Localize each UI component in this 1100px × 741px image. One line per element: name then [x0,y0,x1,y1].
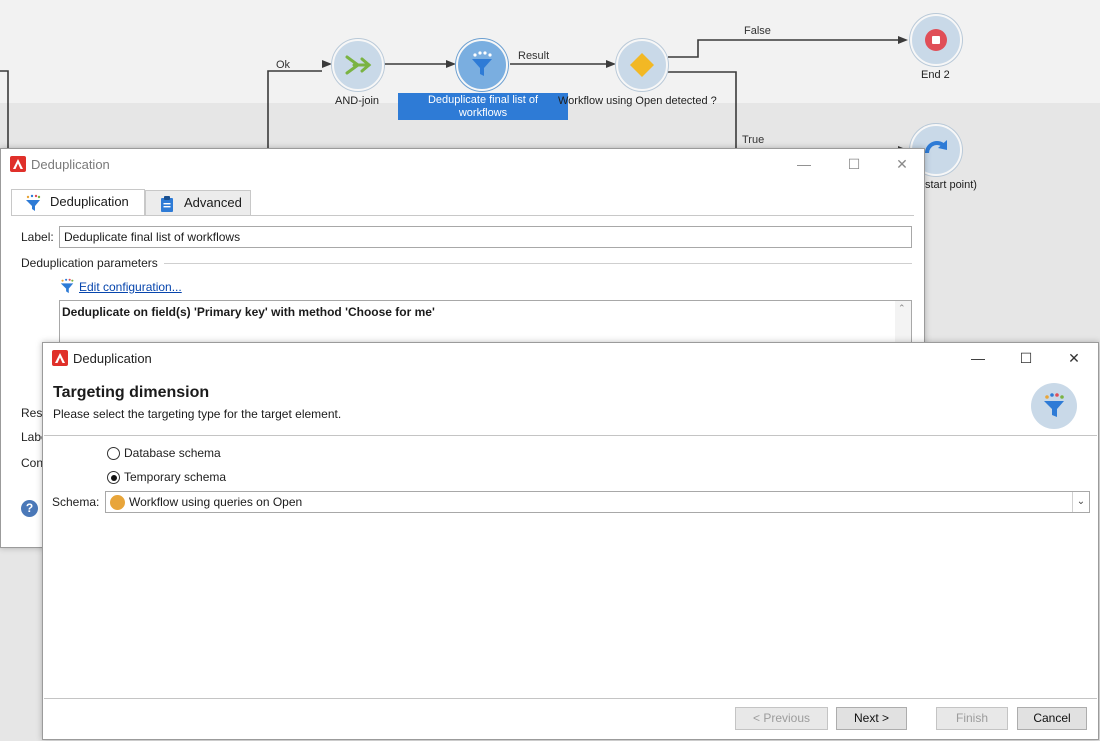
partial-label-content: Con [21,456,44,470]
previous-button[interactable]: < Previous [735,707,828,730]
app-logo-icon [52,350,68,366]
test-caption: Workflow using Open detected ? [558,95,717,107]
and-join-node[interactable] [332,39,384,91]
test-node[interactable] [616,39,668,91]
stop-icon [925,29,947,51]
edge-label-ok: Ok [276,59,291,71]
footer-divider [44,698,1097,699]
end-caption: End 2 [921,69,950,81]
tab-advanced[interactable]: Advanced [145,190,251,216]
dialog-title: Deduplication [73,351,152,366]
label-input[interactable]: Deduplicate final list of workflows [59,226,912,248]
funnel-icon [1044,393,1064,417]
edge-label-true: True [742,134,765,146]
temporary-schema-radio[interactable] [107,471,120,484]
dedup-header-icon [1031,383,1077,429]
clipboard-icon [161,196,173,212]
header-divider [44,435,1097,436]
finish-button[interactable]: Finish [936,707,1008,730]
targeting-dimension-dialog: Deduplication — ☐ ✕ Targeting dimension … [42,342,1099,740]
tab-divider [11,215,914,216]
edge-label-false: False [744,25,771,37]
summary-text: Deduplicate on field(s) 'Primary key' wi… [62,305,435,319]
minimize-button[interactable]: — [781,149,827,179]
maximize-button[interactable]: ☐ [1003,343,1049,373]
database-schema-radio[interactable] [107,447,120,460]
deduplication-caption-line1: Deduplicate final list of [427,94,539,106]
schema-label: Schema: [52,495,100,509]
jump-caption: start point) [925,179,977,191]
maximize-button[interactable]: ☐ [831,149,877,179]
tab-deduplication-label: Deduplication [50,194,129,209]
dialog-subheading: Please select the targeting type for the… [53,407,342,421]
dialog-heading: Targeting dimension [53,384,210,401]
minimize-button[interactable]: — [955,343,1001,373]
edit-configuration-link[interactable]: Edit configuration... [79,280,182,294]
diamond-icon [630,53,654,77]
dialog-titlebar[interactable]: Deduplication — ☐ ✕ [43,343,1098,373]
app-logo-icon [10,156,26,172]
and-join-icon [345,55,372,75]
scroll-up-icon[interactable]: ⌃ [898,303,906,314]
section-title: Deduplication parameters [21,256,158,270]
back-window-title: Deduplication [31,157,110,172]
deduplication-node[interactable] [456,39,508,91]
close-button[interactable]: ✕ [879,149,925,179]
tab-deduplication[interactable]: Deduplication [11,189,145,216]
edge-label-result: Result [518,50,550,62]
schema-value: Workflow using queries on Open [129,495,303,509]
label-field-label: Label: [21,230,54,244]
funnel-icon [26,194,41,211]
back-window-titlebar[interactable]: Deduplication — ☐ ✕ [1,149,924,179]
schema-select[interactable]: Workflow using queries on Open ⌄ [105,491,1090,513]
next-button[interactable]: Next > [836,707,907,730]
temporary-schema-label[interactable]: Temporary schema [124,470,226,484]
edit-config-funnel-icon [60,278,74,294]
database-schema-label[interactable]: Database schema [124,446,221,460]
cancel-button[interactable]: Cancel [1017,707,1087,730]
funnel-icon [472,51,492,76]
deduplication-caption-line2: workflows [458,107,508,119]
and-join-caption: AND-join [335,95,380,107]
tab-advanced-label: Advanced [184,195,242,210]
schema-icon [110,495,125,510]
help-icon[interactable]: ? [21,500,38,517]
close-button[interactable]: ✕ [1051,343,1097,373]
chevron-down-icon[interactable]: ⌄ [1072,492,1089,512]
deduplication-caption: Deduplicate final list of workflows [398,93,568,120]
end-node[interactable] [910,14,962,66]
section-divider [164,263,912,264]
